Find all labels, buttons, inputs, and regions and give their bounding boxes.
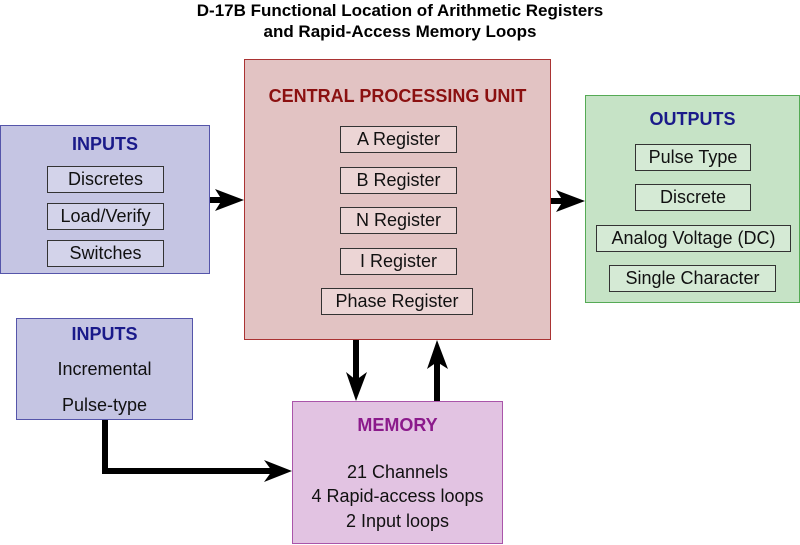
connector-arrows	[102, 189, 585, 482]
arrow-cpu-to-memory	[346, 340, 367, 401]
arrow-memory-to-cpu	[427, 340, 448, 401]
arrow-inputs-to-cpu	[210, 189, 244, 211]
arrow-cpu-to-outputs	[551, 190, 585, 212]
arrow-incremental-inputs-to-memory	[102, 420, 292, 482]
